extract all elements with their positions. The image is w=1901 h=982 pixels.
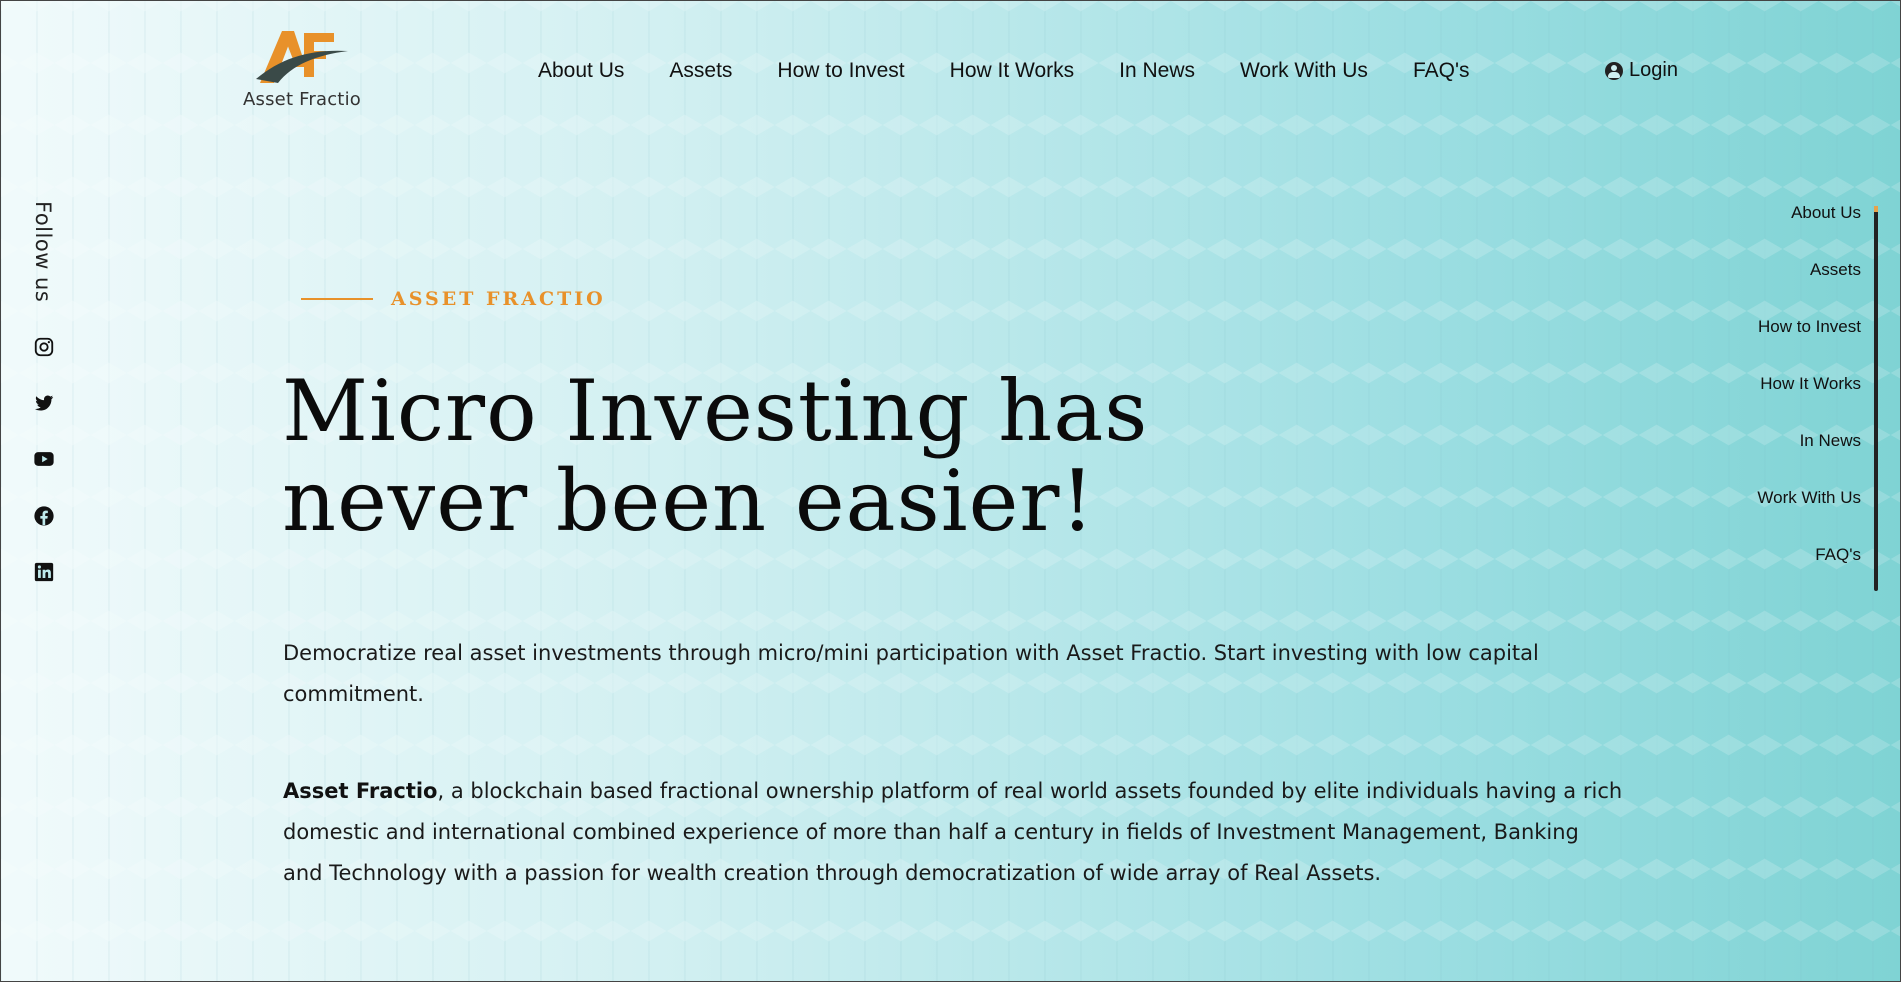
- section-navigation: About Us Assets How to Invest How It Wor…: [1757, 201, 1861, 600]
- facebook-icon[interactable]: [33, 505, 55, 527]
- sidenav-how-to-invest[interactable]: How to Invest: [1757, 315, 1861, 372]
- nav-how-it-works[interactable]: How It Works: [950, 59, 1074, 83]
- hero-headline: Micro Investing has never been easier!: [282, 366, 1282, 546]
- kicker-text: ASSET FRACTIO: [391, 288, 606, 310]
- sidenav-about-us[interactable]: About Us: [1757, 201, 1861, 258]
- hero-paragraph-1: Democratize real asset investments throu…: [283, 641, 1539, 706]
- nav-in-news[interactable]: In News: [1119, 59, 1195, 83]
- af-logo-icon: [256, 31, 348, 83]
- instagram-icon[interactable]: [33, 336, 55, 358]
- paragraph-2-brand: Asset Fractio: [283, 779, 438, 803]
- nav-faqs[interactable]: FAQ's: [1413, 59, 1470, 83]
- sidenav-faqs[interactable]: FAQ's: [1757, 543, 1861, 600]
- youtube-icon[interactable]: [33, 448, 55, 470]
- twitter-icon[interactable]: [33, 392, 55, 414]
- hero-paragraph-2: Asset Fractio, a blockchain based fracti…: [283, 771, 1623, 894]
- nav-about-us[interactable]: About Us: [538, 59, 624, 83]
- sidenav-in-news[interactable]: In News: [1757, 429, 1861, 486]
- headline-line-2: never been easier!: [282, 452, 1096, 550]
- sidenav-assets[interactable]: Assets: [1757, 258, 1861, 315]
- follow-us-label: Follow us: [31, 201, 55, 303]
- headline-line-1: Micro Investing has: [282, 362, 1149, 460]
- sidenav-how-it-works[interactable]: How It Works: [1757, 372, 1861, 429]
- hero-kicker: ASSET FRACTIO: [301, 288, 606, 310]
- nav-how-to-invest[interactable]: How to Invest: [777, 59, 904, 83]
- login-button[interactable]: Login: [1605, 59, 1678, 82]
- section-progress-bar: [1874, 206, 1878, 591]
- user-circle-icon: [1605, 61, 1623, 80]
- brand-name: Asset Fractio: [243, 89, 361, 110]
- paragraph-2-text: , a blockchain based fractional ownershi…: [283, 779, 1623, 885]
- nav-assets[interactable]: Assets: [669, 59, 732, 83]
- linkedin-icon[interactable]: [33, 561, 55, 583]
- login-label: Login: [1629, 59, 1678, 81]
- kicker-line: [301, 298, 373, 300]
- brand-logo[interactable]: Asset Fractio: [237, 27, 367, 110]
- nav-work-with-us[interactable]: Work With Us: [1240, 59, 1368, 83]
- top-navigation: About Us Assets How to Invest How It Wor…: [538, 59, 1514, 83]
- sidenav-work-with-us[interactable]: Work With Us: [1757, 486, 1861, 543]
